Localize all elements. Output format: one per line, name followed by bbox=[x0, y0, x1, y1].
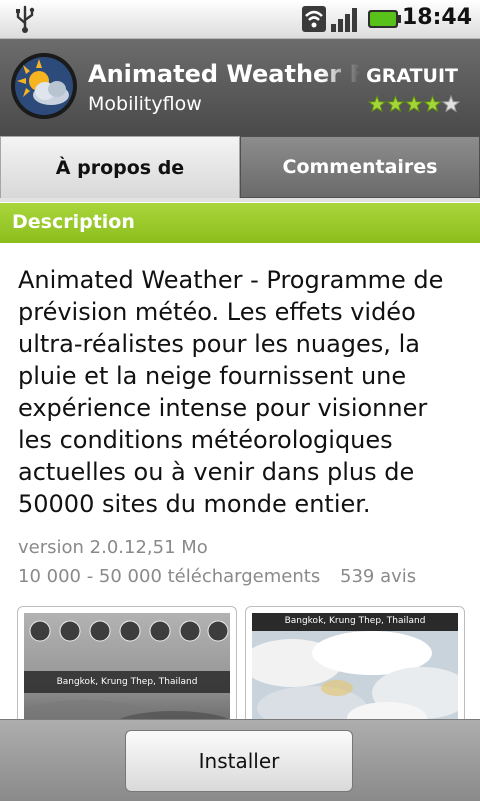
bottom-action-bar: Installer bbox=[0, 719, 480, 801]
description-text: Animated Weather - Programme de prévisio… bbox=[18, 266, 444, 518]
version-info: version 2.0.12,51 Mo bbox=[18, 537, 208, 558]
battery-icon bbox=[366, 9, 402, 33]
section-title: Description bbox=[12, 211, 135, 233]
tab-about[interactable]: À propos de bbox=[0, 136, 240, 198]
weather-app-icon bbox=[9, 51, 79, 121]
signal-icon bbox=[330, 4, 362, 38]
star-empty-icon bbox=[441, 94, 461, 113]
install-button[interactable]: Installer bbox=[125, 730, 353, 792]
app-title: Animated Weather Fr bbox=[88, 60, 360, 88]
section-header: Description bbox=[0, 203, 480, 243]
star-filled-icon bbox=[367, 94, 387, 113]
usb-icon bbox=[14, 4, 36, 38]
status-bar: 18:44 bbox=[0, 0, 480, 39]
tab-comments[interactable]: Commentaires bbox=[240, 136, 480, 198]
developer-name[interactable]: Mobilityflow bbox=[88, 93, 202, 115]
star-filled-icon bbox=[386, 94, 405, 113]
tab-divider bbox=[0, 198, 480, 202]
status-time: 18:44 bbox=[401, 5, 472, 30]
screenshot-caption: Bangkok, Krung Thep, Thailand bbox=[56, 677, 198, 687]
app-header: Animated Weather Fr GRATUIT Mobilityflow bbox=[0, 39, 480, 137]
star-filled-icon bbox=[423, 94, 442, 113]
star-filled-icon bbox=[404, 94, 424, 113]
review-count[interactable]: 539 avis bbox=[340, 566, 416, 587]
screenshot-caption: Bangkok, Krung Thep, Thailand bbox=[284, 616, 426, 626]
price-label: GRATUIT bbox=[366, 65, 458, 87]
wifi-icon bbox=[300, 4, 328, 38]
rating-stars bbox=[367, 94, 461, 117]
download-count: 10 000 - 50 000 téléchargements bbox=[18, 566, 321, 587]
tab-bar: À propos de Commentaires bbox=[0, 136, 480, 200]
